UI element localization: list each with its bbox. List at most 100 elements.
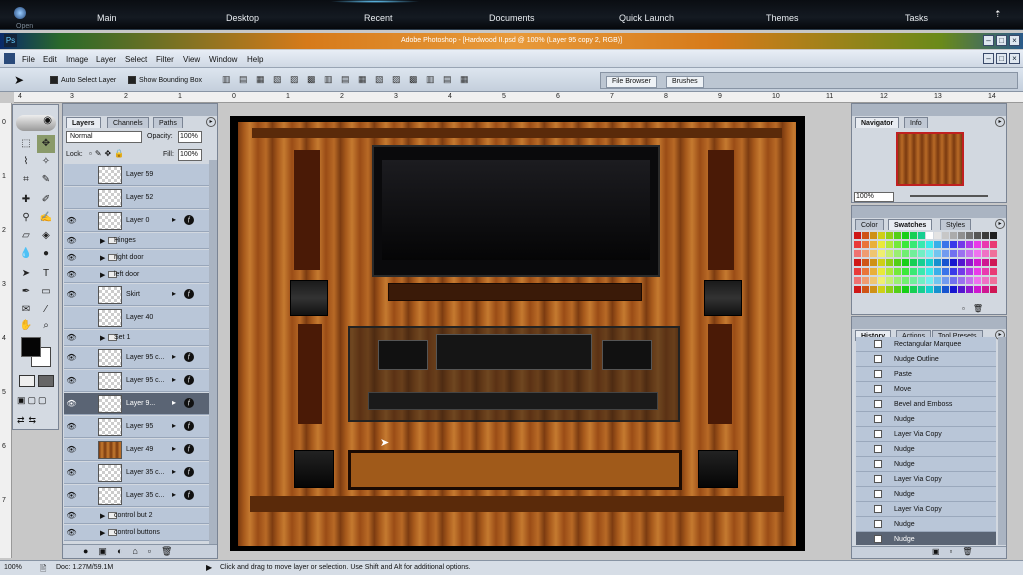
standard-mode-icon[interactable] — [19, 375, 35, 387]
visibility-eye-icon[interactable]: 👁 — [66, 353, 77, 362]
layer-effects-arrow-icon[interactable]: ▸ — [172, 215, 176, 224]
bounding-box-option[interactable]: Show Bounding Box — [128, 76, 202, 84]
swatches-menu-icon[interactable]: ▸ — [995, 219, 1005, 229]
color-swatch[interactable] — [886, 232, 893, 239]
layer-effects-arrow-icon[interactable]: ▸ — [172, 444, 176, 453]
color-swatch[interactable] — [982, 277, 989, 284]
layer-action-icons[interactable]: ●▣◐⌂▫🗑 — [83, 546, 182, 557]
navigator-zoom-input[interactable]: 100% — [854, 192, 894, 202]
color-swatch[interactable] — [894, 250, 901, 257]
menu-file[interactable]: File — [22, 55, 35, 64]
layers-scrollbar[interactable] — [209, 160, 217, 544]
color-swatch[interactable] — [966, 268, 973, 275]
color-swatch[interactable] — [918, 286, 925, 293]
color-swatch[interactable] — [862, 277, 869, 284]
color-swatch[interactable] — [910, 286, 917, 293]
tab-swatches[interactable]: Swatches — [888, 219, 933, 230]
color-swatch[interactable] — [926, 259, 933, 266]
group-expand-icon[interactable]: ▶ — [100, 271, 105, 279]
history-state[interactable]: Nudge — [856, 457, 996, 472]
color-swatch[interactable] — [950, 286, 957, 293]
color-swatch[interactable] — [918, 250, 925, 257]
layer-effects-arrow-icon[interactable]: ▸ — [172, 467, 176, 476]
zoom-tool-icon[interactable]: ⌕ — [37, 317, 55, 335]
layer-effects-arrow-icon[interactable]: ▸ — [172, 421, 176, 430]
color-swatch[interactable] — [990, 268, 997, 275]
color-swatch[interactable] — [974, 241, 981, 248]
color-swatch[interactable] — [982, 259, 989, 266]
color-swatch[interactable] — [902, 286, 909, 293]
dock-logo-icon[interactable] — [14, 7, 26, 19]
color-swatch[interactable] — [982, 250, 989, 257]
minimize-button[interactable]: – — [983, 35, 994, 46]
navigator-thumbnail[interactable] — [896, 132, 964, 186]
blend-mode-select[interactable]: Normal — [66, 131, 142, 143]
history-state[interactable]: Layer Via Copy — [856, 472, 996, 487]
color-swatch[interactable] — [934, 268, 941, 275]
color-swatch[interactable] — [902, 241, 909, 248]
status-zoom[interactable]: 100% — [4, 564, 22, 571]
layer-group-row[interactable]: 👁 ▶ left door — [64, 267, 210, 283]
color-swatch[interactable] — [910, 268, 917, 275]
color-swatch[interactable] — [878, 232, 885, 239]
color-swatch[interactable] — [990, 259, 997, 266]
status-doc-size[interactable]: Doc: 1.27M/59.1M — [56, 564, 113, 571]
color-swatch[interactable] — [894, 232, 901, 239]
color-swatch[interactable] — [878, 277, 885, 284]
swatches-header[interactable] — [852, 206, 1006, 218]
move-tool-icon-active[interactable]: ✥ — [37, 135, 55, 153]
group-expand-icon[interactable]: ▶ — [100, 237, 105, 245]
color-swatch[interactable] — [878, 259, 885, 266]
layer-group-row[interactable]: 👁 ▶ Hinges — [64, 233, 210, 249]
color-swatch[interactable] — [894, 286, 901, 293]
visibility-eye-icon[interactable]: 👁 — [66, 399, 77, 408]
tab-file-browser[interactable]: File Browser — [606, 76, 657, 88]
color-swatch[interactable] — [870, 259, 877, 266]
color-swatch[interactable] — [910, 250, 917, 257]
history-state[interactable]: Nudge — [856, 532, 996, 545]
color-swatch[interactable] — [870, 232, 877, 239]
history-state[interactable]: Layer Via Copy — [856, 502, 996, 517]
doc-minimize-button[interactable]: – — [983, 53, 994, 64]
color-swatch[interactable] — [974, 268, 981, 275]
layer-effects-arrow-icon[interactable]: ▸ — [172, 289, 176, 298]
history-state[interactable]: Nudge — [856, 412, 996, 427]
tab-channels[interactable]: Channels — [107, 117, 149, 128]
slice-tool-icon[interactable]: ✎ — [37, 171, 55, 189]
swatch-grid[interactable] — [852, 232, 1002, 302]
color-swatch[interactable] — [918, 259, 925, 266]
photoshop-eye-logo[interactable]: ◉ — [16, 115, 56, 131]
color-swatch[interactable] — [886, 259, 893, 266]
layer-row[interactable]: Layer 52 — [64, 187, 210, 209]
dock-item-recent[interactable]: Recent — [364, 13, 393, 23]
layers-panel-header[interactable] — [63, 104, 217, 116]
history-state[interactable]: Paste — [856, 367, 996, 382]
color-swatch[interactable] — [934, 232, 941, 239]
color-swatch[interactable] — [942, 277, 949, 284]
color-swatch[interactable] — [854, 286, 861, 293]
color-swatch[interactable] — [990, 277, 997, 284]
quick-mask-mode-icon[interactable] — [38, 375, 54, 387]
color-swatch[interactable] — [950, 241, 957, 248]
history-brush-tool-icon[interactable]: ✍ — [37, 209, 55, 227]
color-swatch[interactable] — [926, 268, 933, 275]
visibility-eye-icon[interactable]: 👁 — [66, 528, 77, 537]
color-swatch[interactable] — [878, 241, 885, 248]
layer-row[interactable]: 👁 Layer 35 c... ▸ ƒ — [64, 485, 210, 507]
color-swatch[interactable] — [854, 241, 861, 248]
color-swatch[interactable] — [918, 232, 925, 239]
tab-styles[interactable]: Styles — [940, 219, 972, 230]
tab-layers[interactable]: Layers — [66, 117, 101, 128]
visibility-eye-icon[interactable]: 👁 — [66, 511, 77, 520]
color-swatch[interactable] — [942, 268, 949, 275]
visibility-eye-icon[interactable]: 👁 — [66, 270, 77, 279]
tab-brushes[interactable]: Brushes — [666, 76, 704, 88]
color-swatch[interactable] — [950, 277, 957, 284]
layer-group-row[interactable]: 👁 ▶ Set 1 — [64, 330, 210, 346]
color-swatch[interactable] — [926, 277, 933, 284]
color-swatch[interactable] — [966, 259, 973, 266]
auto-select-option[interactable]: Auto Select Layer — [50, 76, 116, 84]
color-swatch[interactable] — [958, 286, 965, 293]
doc-close-button[interactable]: × — [1009, 53, 1020, 64]
status-arrow-icon[interactable]: ▶ — [206, 563, 212, 572]
